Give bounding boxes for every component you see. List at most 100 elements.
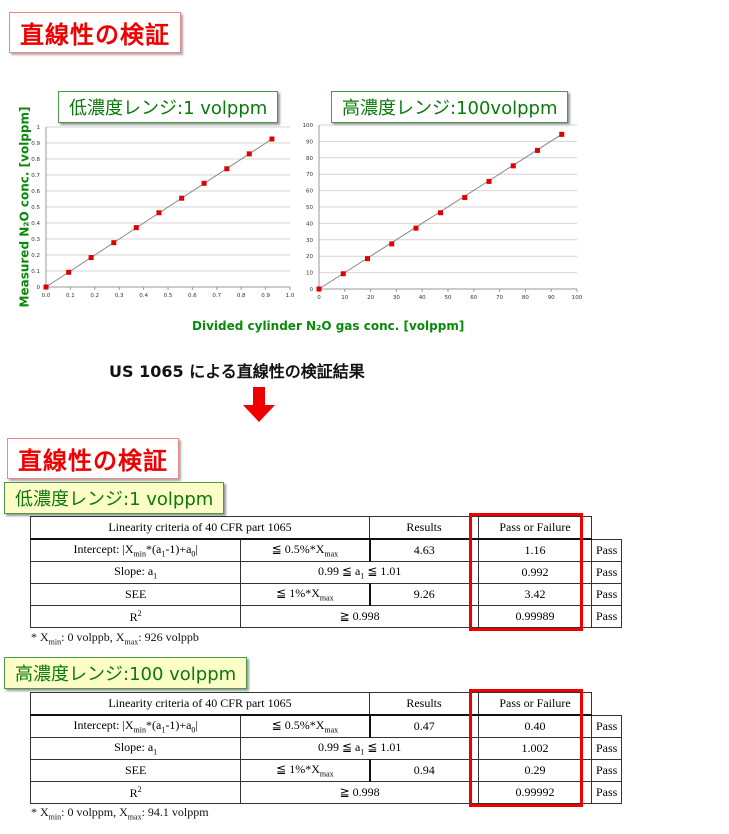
data-point: [413, 225, 419, 231]
data-point: [156, 210, 162, 216]
results-header: Results: [369, 516, 479, 540]
y-tick-label: 0.7: [31, 173, 40, 179]
pass-value: Pass: [590, 759, 623, 782]
data-point: [66, 269, 72, 275]
data-point: [88, 255, 94, 261]
y-tick-label: 10: [306, 271, 313, 277]
pass-column-highlight: [469, 689, 583, 807]
x-tick-label: 0.4: [139, 293, 148, 299]
chart-low-range: 0 0.1 0.2 0.3 0.4 0.5 0.6 0.7 0.8 0.9 1 0.0 0.1 0.2 0.…: [31, 125, 295, 299]
data-point: [43, 284, 49, 290]
criterion-condition: 0.99 ≦ a1 ≦ 1.01: [240, 737, 479, 760]
data-point: [535, 147, 541, 153]
criterion-name: SEE: [29, 583, 242, 606]
y-tick-label: 0.8: [31, 157, 40, 163]
data-point: [269, 136, 275, 142]
y-tick-label: 100: [303, 123, 314, 129]
x-tick-label: 100: [572, 295, 583, 301]
criterion-name: Slope: a1: [29, 561, 242, 584]
x-tick-label: 0.1: [66, 293, 75, 299]
range-label-high: 高濃度レンジ:100 volppm: [4, 657, 248, 689]
data-point: [201, 180, 207, 186]
results-caption: US 1065 による直線性の検証結果: [109, 362, 365, 381]
down-arrow-icon: [243, 387, 275, 422]
pass-value: Pass: [590, 561, 623, 584]
y-tick-label: 90: [306, 139, 313, 145]
criterion-condition: ≧ 0.998: [240, 605, 479, 628]
data-point: [224, 166, 230, 172]
criterion-condition: ≦ 0.5%*Xmax: [240, 538, 370, 562]
range-label-low: 低濃度レンジ:1 volppm: [4, 482, 225, 514]
y-tick-label: 0.5: [31, 205, 40, 211]
y-tick-label: 0: [37, 285, 41, 291]
data-point: [365, 256, 371, 262]
x-tick-label: 0: [317, 295, 321, 301]
pass-value: Pass: [590, 605, 623, 628]
data-point: [111, 240, 117, 246]
y-tick-label: 50: [306, 205, 313, 211]
x-axis-title: Divided cylinder N₂O gas conc. [volppm]: [192, 319, 465, 333]
data-point: [486, 178, 492, 184]
x-tick-label: 0.6: [188, 293, 197, 299]
criterion-condition: ≦ 1%*Xmax: [240, 583, 370, 606]
criterion-name: Intercept: |Xmin*(a1-1)+a0|: [29, 538, 242, 562]
pass-column-highlight: [469, 513, 583, 631]
results-header: Results: [369, 692, 479, 716]
x-tick-label: 0.5: [164, 293, 173, 299]
data-point: [316, 286, 322, 292]
criterion-name: Slope: a1: [29, 737, 242, 760]
criterion-name: SEE: [29, 759, 242, 782]
table-note-low: * Xmin: 0 volppb, Xmax: 926 volppb: [31, 630, 199, 647]
y-tick-label: 0.2: [31, 253, 40, 259]
x-tick-label: 50: [445, 295, 452, 301]
y-tick-label: 0.4: [31, 221, 40, 227]
y-tick-label: 0.3: [31, 237, 40, 243]
criterion-name: Intercept: |Xmin*(a1-1)+a0|: [29, 714, 242, 738]
pass-value: Pass: [590, 714, 623, 738]
data-point: [246, 151, 252, 157]
y-tick-label: 30: [306, 238, 313, 244]
y-tick-label: 0.1: [31, 269, 40, 275]
x-tick-label: 70: [496, 295, 503, 301]
y-tick-label: 60: [306, 189, 313, 195]
data-point: [510, 163, 516, 169]
y-tick-label: 0: [310, 287, 314, 293]
data-point: [133, 225, 139, 231]
data-point: [462, 194, 468, 200]
criterion-condition: 0.99 ≦ a1 ≦ 1.01: [240, 561, 479, 584]
pass-value: Pass: [590, 583, 623, 606]
y-tick-label: 80: [306, 156, 313, 162]
y-tick-label: 1: [37, 125, 41, 131]
x-tick-label: 60: [470, 295, 477, 301]
x-tick-label: 80: [522, 295, 529, 301]
y-tick-label: 40: [306, 221, 313, 227]
criteria-header: Linearity criteria of 40 CFR part 1065: [30, 692, 370, 716]
criterion-name: R2: [29, 605, 242, 628]
x-tick-label: 0.2: [90, 293, 99, 299]
criterion-limit: 0.47: [368, 714, 479, 738]
x-tick-label: 0.9: [261, 293, 270, 299]
pass-value: Pass: [590, 538, 623, 562]
x-tick-label: 90: [548, 295, 555, 301]
x-tick-label: 20: [367, 295, 374, 301]
x-tick-label: 40: [419, 295, 426, 301]
criterion-name: R2: [29, 781, 242, 804]
x-tick-label: 0.3: [115, 293, 124, 299]
x-tick-label: 30: [393, 295, 400, 301]
data-point: [340, 271, 346, 277]
y-tick-label: 70: [306, 172, 313, 178]
x-tick-label: 0.8: [237, 293, 246, 299]
criterion-limit: 0.94: [368, 759, 479, 782]
results-title: 直線性の検証: [7, 438, 179, 479]
y-tick-label: 20: [306, 254, 313, 260]
pass-value: Pass: [590, 737, 623, 760]
data-point: [389, 241, 395, 247]
chart-high-range: 0 10 20 30 40 50 60 70 80 90 100 0 10 20 30 40 50 60 70 80 9…: [303, 123, 583, 301]
criterion-condition: ≦ 0.5%*Xmax: [240, 714, 370, 738]
charts-svg: 0 0.1 0.2 0.3 0.4 0.5 0.6 0.7 0.8 0.9 1 0.0 0.1 0.2 0.…: [31, 123, 583, 301]
data-point: [438, 210, 444, 216]
criterion-condition: ≦ 1%*Xmax: [240, 759, 370, 782]
data-point: [559, 131, 565, 137]
x-tick-label: 1.0: [286, 293, 295, 299]
data-point: [179, 195, 185, 201]
